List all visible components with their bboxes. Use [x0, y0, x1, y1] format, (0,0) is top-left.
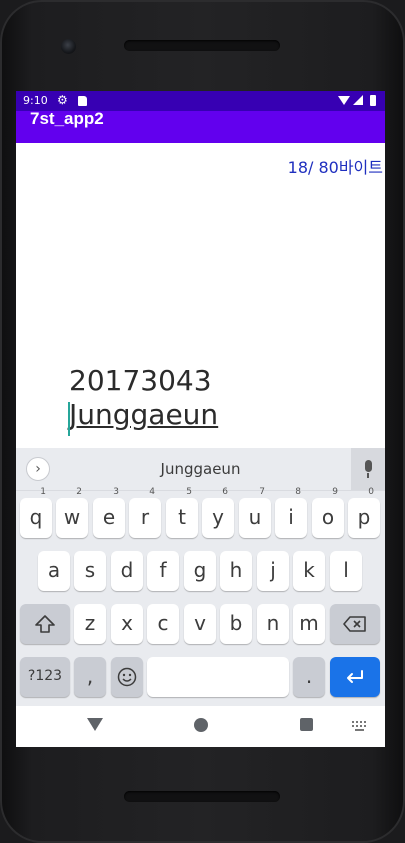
backspace-icon	[343, 616, 366, 632]
enter-key[interactable]	[330, 657, 380, 697]
byte-counter: 18/ 80바이트	[287, 158, 383, 177]
emoji-key[interactable]	[111, 657, 143, 697]
key-o[interactable]: 9o	[312, 487, 344, 538]
key-d[interactable]: d	[111, 551, 143, 591]
comma-key[interactable]: ,	[74, 657, 106, 697]
delete-key[interactable]	[330, 604, 380, 644]
key-r[interactable]: 4r	[129, 487, 161, 538]
gear-icon: ⚙	[57, 93, 68, 107]
key-f[interactable]: f	[147, 551, 179, 591]
key-k[interactable]: k	[293, 551, 325, 591]
sd-card-icon	[78, 96, 87, 106]
suggestion-strip: › Junggaeun	[16, 448, 385, 491]
key-e[interactable]: 3e	[93, 487, 125, 538]
cell-signal-icon	[353, 95, 363, 105]
key-i[interactable]: 8i	[275, 487, 307, 538]
key-p[interactable]: 0p	[348, 487, 380, 538]
key-b[interactable]: b	[220, 604, 252, 644]
status-bar: 9:10 ⚙	[16, 91, 385, 111]
navigation-bar	[16, 706, 385, 747]
front-camera	[61, 39, 76, 54]
input-line-2-text: Junggaeun	[69, 398, 219, 431]
input-line-1: 20173043	[69, 364, 212, 397]
mic-button[interactable]	[351, 448, 385, 490]
text-input[interactable]: 20173043 Junggaeun	[68, 363, 269, 436]
key-l[interactable]: l	[330, 551, 362, 591]
key-c[interactable]: c	[147, 604, 179, 644]
bottom-speaker	[124, 791, 280, 802]
shift-key[interactable]	[20, 604, 70, 644]
keyboard-switch-icon[interactable]	[352, 721, 367, 731]
key-j[interactable]: j	[257, 551, 289, 591]
app-title: 7st_app2	[30, 109, 104, 128]
app-bar: 7st_app2	[16, 109, 385, 143]
key-z[interactable]: z	[74, 604, 106, 644]
key-n[interactable]: n	[257, 604, 289, 644]
earpiece-speaker	[124, 40, 280, 51]
enter-icon	[347, 670, 363, 683]
phone-frame: 9:10 ⚙ 7st_app2 18/ 80바이트 20173043 Jungg…	[0, 0, 405, 843]
recents-icon[interactable]	[300, 718, 313, 731]
symbols-key[interactable]: ?123	[20, 657, 70, 697]
key-w[interactable]: 2w	[56, 487, 88, 538]
key-m[interactable]: m	[293, 604, 325, 644]
battery-icon	[370, 95, 376, 106]
key-g[interactable]: g	[184, 551, 216, 591]
key-a[interactable]: a	[38, 551, 70, 591]
back-icon[interactable]	[87, 718, 103, 731]
key-s[interactable]: s	[74, 551, 106, 591]
wifi-icon	[338, 96, 350, 105]
suggestion-word[interactable]: Junggaeun	[16, 460, 385, 478]
soft-keyboard: › Junggaeun 1q 2w 3e 4r 5t 6y 7u 8i 9o 0…	[16, 448, 385, 706]
key-x[interactable]: x	[111, 604, 143, 644]
text-cursor	[68, 402, 70, 436]
status-time: 9:10	[23, 94, 48, 107]
mic-icon	[365, 460, 372, 472]
key-u[interactable]: 7u	[239, 487, 271, 538]
key-q[interactable]: 1q	[20, 487, 52, 538]
key-h[interactable]: h	[220, 551, 252, 591]
home-icon[interactable]	[194, 718, 208, 732]
key-v[interactable]: v	[184, 604, 216, 644]
key-t[interactable]: 5t	[166, 487, 198, 538]
period-key[interactable]: .	[293, 657, 325, 697]
space-key[interactable]	[147, 657, 289, 697]
input-line-2: Junggaeun	[68, 398, 269, 436]
screen: 9:10 ⚙ 7st_app2 18/ 80바이트 20173043 Jungg…	[16, 91, 385, 747]
shift-icon	[35, 615, 55, 633]
emoji-icon	[117, 667, 137, 687]
key-y[interactable]: 6y	[202, 487, 234, 538]
